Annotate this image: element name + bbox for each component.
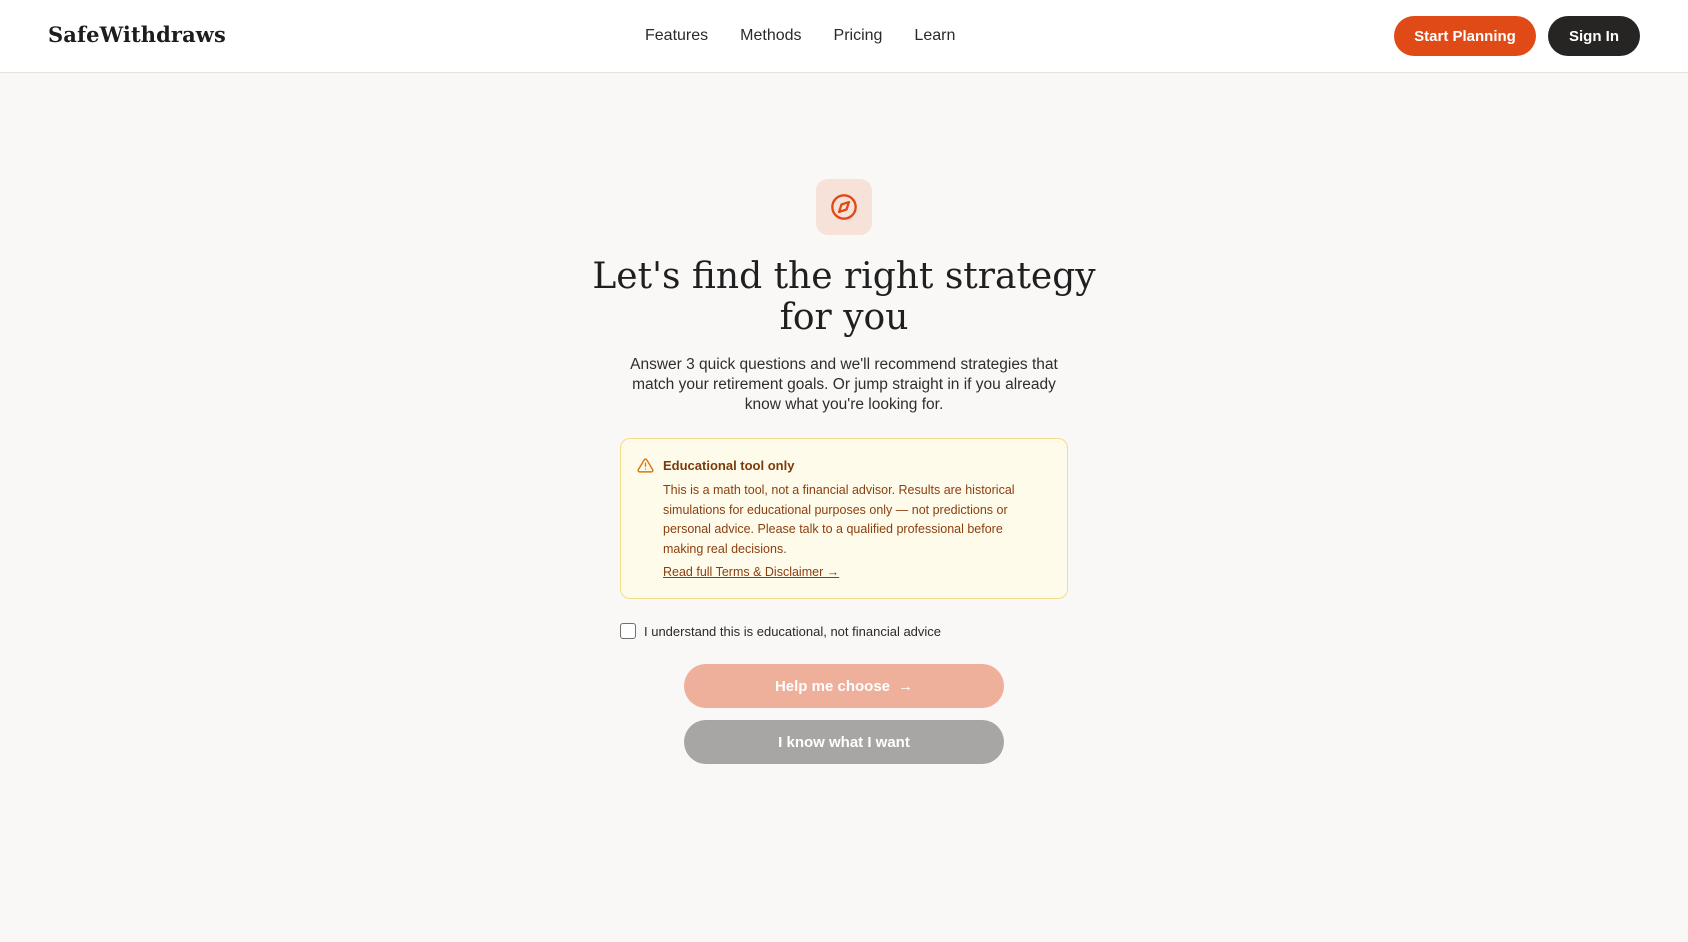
top-navbar: SafeWithdraws Features Methods Pricing L… <box>0 0 1688 73</box>
warning-triangle-icon <box>637 458 654 473</box>
notice-body: This is a math tool, not a financial adv… <box>663 483 1015 556</box>
nav-link-learn[interactable]: Learn <box>914 27 955 45</box>
consent-label: I understand this is educational, not fi… <box>644 623 942 639</box>
main-nav: Features Methods Pricing Learn <box>645 27 955 45</box>
sign-in-button[interactable]: Sign In <box>1548 16 1640 56</box>
educational-notice: Educational tool only This is a math too… <box>620 438 1068 599</box>
page-subtitle: Answer 3 quick questions and we'll recom… <box>630 356 1058 413</box>
terms-disclaimer-link[interactable]: Read full Terms & Disclaimer → <box>663 565 839 579</box>
arrow-right-icon: → <box>898 677 914 695</box>
i-know-what-i-want-button[interactable]: I know what I want <box>684 720 1004 764</box>
nav-link-features[interactable]: Features <box>645 27 708 45</box>
start-planning-button[interactable]: Start Planning <box>1394 16 1536 56</box>
consent-row[interactable]: I understand this is educational, not fi… <box>620 623 941 639</box>
page-title: Let's find the right strategy for you <box>592 256 1096 338</box>
brand-logo[interactable]: SafeWithdraws <box>48 22 226 47</box>
help-me-choose-label: Help me choose <box>774 677 891 695</box>
help-me-choose-button[interactable]: Help me choose → <box>684 664 1004 708</box>
nav-link-methods[interactable]: Methods <box>740 27 801 45</box>
consent-checkbox[interactable] <box>620 623 636 639</box>
nav-link-pricing[interactable]: Pricing <box>834 27 883 45</box>
compass-icon <box>831 194 857 220</box>
notice-title: Educational tool only <box>663 458 795 473</box>
hero-icon-badge <box>816 179 872 235</box>
